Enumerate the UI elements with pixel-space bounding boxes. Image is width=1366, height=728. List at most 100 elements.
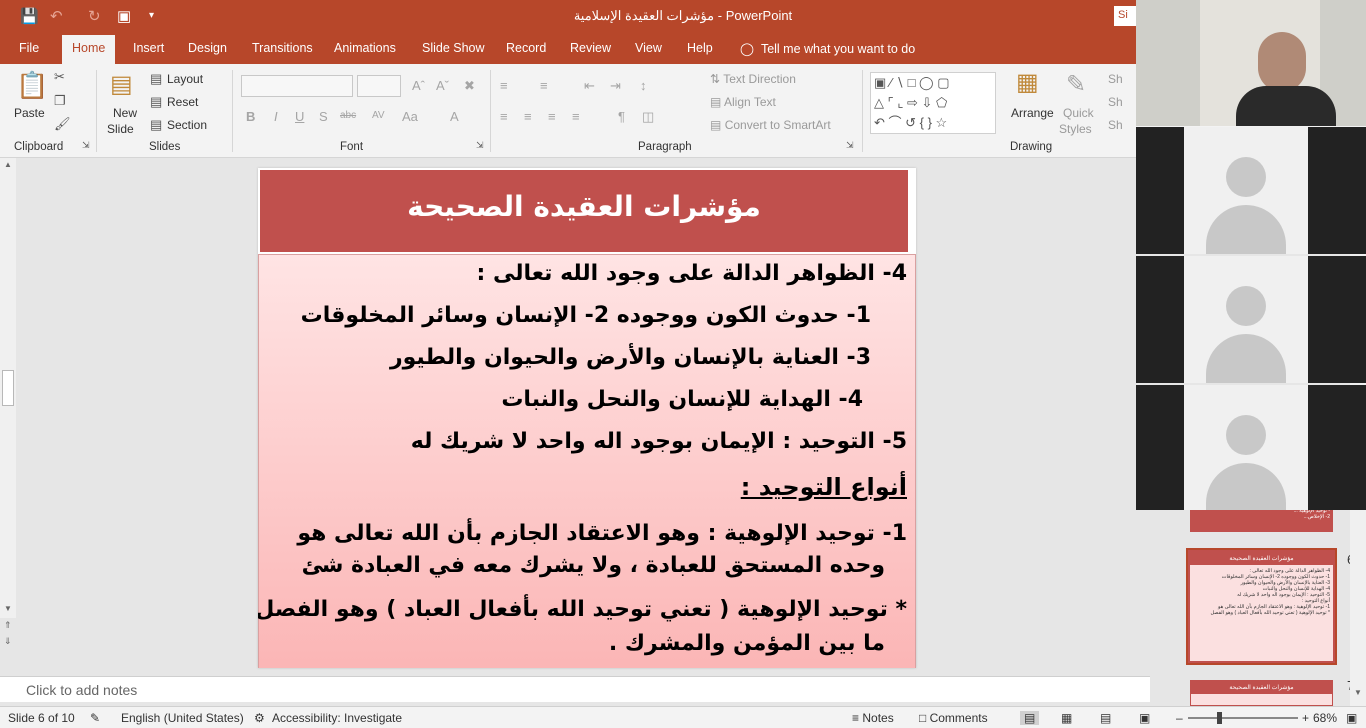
- tab-design[interactable]: Design: [188, 41, 227, 55]
- paste-icon[interactable]: 📋: [16, 70, 48, 101]
- previous-slide-icon[interactable]: ⇑: [4, 620, 12, 631]
- bold-button[interactable]: B: [246, 109, 255, 124]
- shape-outline-button[interactable]: Sh: [1108, 95, 1123, 109]
- slide-title[interactable]: مؤشرات العقيدة الصحيحة: [260, 170, 908, 252]
- font-size-combo[interactable]: [357, 75, 401, 97]
- text-direction-button[interactable]: ⇅ Text Direction: [710, 72, 796, 86]
- tab-animations[interactable]: Animations: [334, 41, 396, 55]
- shrink-font-icon[interactable]: Aˇ: [436, 78, 449, 93]
- strikethrough-button[interactable]: abc: [340, 110, 356, 121]
- slideshow-view-icon[interactable]: ▣: [1139, 711, 1150, 725]
- zoom-out-icon[interactable]: –: [1176, 711, 1183, 725]
- participant-tile[interactable]: [1136, 127, 1366, 254]
- format-painter-icon[interactable]: 🖌: [54, 116, 71, 132]
- slide-sorter-icon[interactable]: ▦: [1061, 711, 1072, 725]
- arrange-button[interactable]: Arrange: [1011, 106, 1054, 120]
- accessibility-icon[interactable]: ⚙: [254, 711, 265, 725]
- scroll-down-icon[interactable]: ▼: [4, 604, 12, 613]
- paste-button[interactable]: Paste: [14, 106, 45, 120]
- increase-indent-icon[interactable]: ⇥: [610, 78, 621, 94]
- align-left-icon[interactable]: ≡: [500, 109, 508, 124]
- reading-view-icon[interactable]: ▤: [1100, 711, 1111, 725]
- tab-slide-show[interactable]: Slide Show: [422, 41, 485, 55]
- normal-view-icon[interactable]: ▤: [1020, 711, 1040, 725]
- clear-formatting-icon[interactable]: ✖: [464, 78, 475, 94]
- scroll-thumb[interactable]: [2, 370, 14, 406]
- grow-font-icon[interactable]: Aˆ: [412, 78, 425, 93]
- shapes-gallery[interactable]: ▣ ∕ ∖ □ ◯ ▢ △ ⌜ ⌞ ⇨ ⇩ ⬠ ↶ ⌒ ↺ { } ☆: [870, 72, 996, 134]
- layout-button[interactable]: Layout: [167, 72, 203, 86]
- bullets-icon[interactable]: ≡: [500, 78, 508, 93]
- tab-review[interactable]: Review: [570, 41, 611, 55]
- slide-content-box[interactable]: 4- الظواهر الدالة على وجود الله تعالى : …: [258, 254, 916, 668]
- tell-me-search[interactable]: ◯ Tell me what you want to do: [740, 41, 915, 56]
- notes-toggle[interactable]: ≡ Notes: [852, 711, 894, 725]
- lightbulb-icon: ◯: [740, 42, 754, 56]
- font-name-combo[interactable]: [241, 75, 353, 97]
- copy-icon[interactable]: ❐: [54, 93, 66, 109]
- slide-thumbnail-6[interactable]: مؤشرات العقيدة الصحيحة 4- الظواهر الدالة…: [1186, 548, 1337, 665]
- next-slide-icon[interactable]: ⇓: [4, 636, 12, 647]
- thumb-scroll-down-icon[interactable]: ▼: [1354, 688, 1362, 697]
- fit-slide-icon[interactable]: ▣: [1346, 711, 1357, 725]
- font-launcher-icon[interactable]: ⇲: [476, 140, 484, 151]
- zoom-in-icon[interactable]: +: [1302, 711, 1309, 725]
- tab-help[interactable]: Help: [687, 41, 713, 55]
- arrange-icon[interactable]: ▦: [1016, 68, 1039, 97]
- convert-smartart-button[interactable]: ▤ Convert to SmartArt: [710, 118, 831, 132]
- zoom-level[interactable]: 68%: [1313, 711, 1337, 725]
- quick-styles-label-1[interactable]: Quick: [1063, 106, 1094, 120]
- spellcheck-icon[interactable]: ✎: [90, 711, 100, 725]
- language-indicator[interactable]: English (United States): [121, 711, 244, 725]
- new-slide-label-1[interactable]: New: [113, 106, 137, 120]
- thumb-title: مؤشرات العقيدة الصحيحة: [1190, 552, 1333, 565]
- tab-view[interactable]: View: [635, 41, 662, 55]
- notes-placeholder[interactable]: Click to add notes: [26, 682, 137, 698]
- rtl-icon[interactable]: ¶: [618, 109, 625, 124]
- zoom-slider-track[interactable]: [1188, 717, 1298, 719]
- quick-styles-icon[interactable]: ✎: [1066, 70, 1086, 99]
- shape-fill-button[interactable]: Sh: [1108, 72, 1123, 86]
- line-spacing-icon[interactable]: ↕: [640, 78, 647, 93]
- text-shadow-button[interactable]: S: [319, 109, 328, 124]
- numbering-icon[interactable]: ≡: [540, 78, 548, 93]
- new-slide-label-2[interactable]: Slide: [107, 122, 134, 136]
- character-spacing-button[interactable]: AV: [372, 110, 385, 121]
- tab-transitions[interactable]: Transitions: [252, 41, 313, 55]
- section-button[interactable]: Section: [167, 118, 207, 132]
- underline-button[interactable]: U: [295, 109, 304, 124]
- participant-tile[interactable]: [1136, 256, 1366, 383]
- current-slide[interactable]: مؤشرات العقيدة الصحيحة 4- الظواهر الدالة…: [258, 168, 916, 668]
- justify-icon[interactable]: ≡: [572, 109, 580, 124]
- new-slide-icon[interactable]: ▤: [110, 70, 133, 99]
- italic-button[interactable]: I: [274, 109, 278, 124]
- quick-styles-label-2[interactable]: Styles: [1059, 122, 1092, 136]
- columns-icon[interactable]: ◫: [642, 109, 654, 125]
- change-case-button[interactable]: Aa: [402, 109, 418, 124]
- editor-scrollbar[interactable]: ▲ ▼: [0, 158, 16, 618]
- scroll-up-icon[interactable]: ▲: [4, 160, 12, 169]
- tab-insert[interactable]: Insert: [133, 41, 164, 55]
- participant-bg: [1184, 256, 1308, 383]
- reset-button[interactable]: Reset: [167, 95, 198, 109]
- clipboard-launcher-icon[interactable]: ⇲: [82, 140, 90, 151]
- participant-tile[interactable]: [1136, 385, 1366, 510]
- accessibility-status[interactable]: Accessibility: Investigate: [272, 711, 402, 725]
- zoom-slider-thumb[interactable]: [1217, 712, 1222, 724]
- presenter-body: [1236, 86, 1336, 126]
- notes-pane[interactable]: Click to add notes: [0, 676, 1150, 702]
- align-center-icon[interactable]: ≡: [524, 109, 532, 124]
- align-right-icon[interactable]: ≡: [548, 109, 556, 124]
- font-color-button[interactable]: A: [450, 109, 459, 124]
- paragraph-launcher-icon[interactable]: ⇲: [846, 140, 854, 151]
- tab-record[interactable]: Record: [506, 41, 546, 55]
- tab-file[interactable]: File: [19, 41, 39, 55]
- shape-effects-button[interactable]: Sh: [1108, 118, 1123, 132]
- align-text-button[interactable]: ▤ Align Text: [710, 95, 776, 109]
- slide-thumbnail-7[interactable]: مؤشرات العقيدة الصحيحة: [1190, 680, 1333, 706]
- decrease-indent-icon[interactable]: ⇤: [584, 78, 595, 94]
- tab-home[interactable]: Home: [62, 35, 116, 64]
- comments-toggle[interactable]: □ Comments: [919, 711, 988, 725]
- thumb-line: * توحيد الإلوهية ( تعني توحيد الله بأفعا…: [1210, 610, 1330, 616]
- cut-icon[interactable]: ✂: [54, 69, 65, 85]
